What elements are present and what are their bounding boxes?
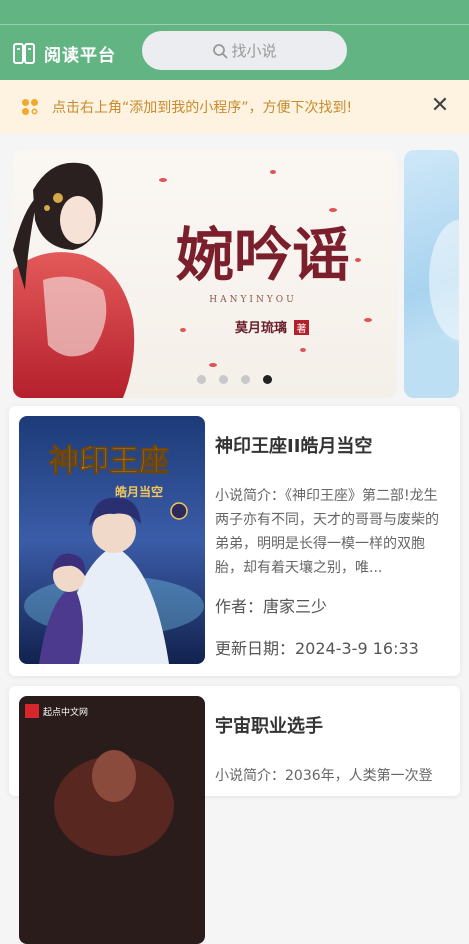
book-title[interactable]: 宇宙职业选手 [215, 712, 323, 738]
carousel-dot[interactable] [219, 375, 228, 384]
book-intro: 小说简介：2036年，人类第一次登 [215, 768, 433, 784]
book-intro: 小说简介：《神印王座》第二部!龙生两子亦有不同，天才的哥哥与废柴的弟弟，明明是长… [215, 488, 439, 576]
notice-text: 点击右上角“添加到我的小程序”，方便下次找到! [52, 100, 353, 116]
carousel-dot-active[interactable] [263, 375, 272, 384]
carousel-dot[interactable] [241, 375, 250, 384]
carousel-indicator [197, 375, 285, 384]
banner-artwork: 婉吟谣 HANYINYOU 莫月琉璃 著 [13, 162, 372, 398]
book-cover: 起点中文网 [19, 696, 205, 944]
status-divider [0, 24, 469, 25]
book-card[interactable]: 神印王座 皓月当空 神印王座II皓月当空 小说简介：《神印王座》第二部!龙生两子… [9, 406, 460, 676]
book-cover: 神印王座 皓月当空 [19, 416, 205, 664]
cover-publisher-badge: 起点中文网 [43, 706, 88, 718]
book-update-date: 更新日期：2024-3-9 16:33 [215, 639, 419, 658]
banner-author: 莫月琉璃 [234, 320, 287, 336]
banner-author-seal: 著 [297, 322, 307, 335]
search-placeholder: 找小说 [231, 42, 277, 60]
cover-title: 神印王座 [49, 444, 169, 479]
app-title: 阅读平台 [44, 45, 116, 66]
carousel-dot[interactable] [197, 375, 206, 384]
banner-next-slide[interactable] [404, 150, 459, 398]
top-bar: 阅读平台 找小说 [0, 0, 469, 80]
banner-title: 婉吟谣 [176, 221, 350, 289]
book-card[interactable]: 起点中文网 宇宙职业选手 小说简介：2036年，人类第一次登 [9, 686, 460, 944]
cover-subtitle: 皓月当空 [115, 484, 163, 499]
app-logo[interactable]: 阅读平台 [12, 40, 116, 66]
book-author: 作者：唐家三少 [215, 597, 328, 616]
banner-slide[interactable]: 婉吟谣 HANYINYOU 莫月琉璃 著 [13, 150, 397, 398]
miniprogram-icon [22, 99, 38, 115]
book-title[interactable]: 神印王座II皓月当空 [215, 432, 372, 458]
add-miniprogram-notice: 点击右上角“添加到我的小程序”，方便下次找到! ✕ [0, 80, 469, 134]
banner-subtitle: HANYINYOU [209, 295, 297, 305]
book-icon [13, 43, 35, 64]
search-icon [213, 43, 228, 58]
close-icon[interactable]: ✕ [429, 95, 451, 117]
search-input[interactable]: 找小说 [142, 31, 347, 70]
